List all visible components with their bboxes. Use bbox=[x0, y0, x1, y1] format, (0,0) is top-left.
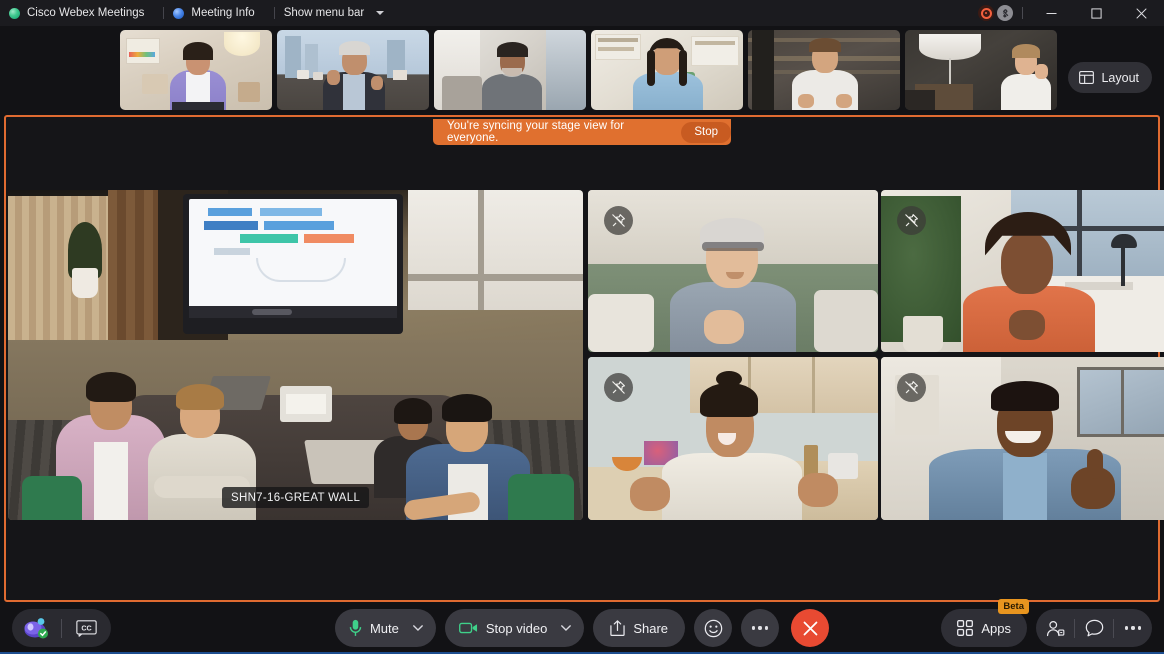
chevron-down-icon bbox=[376, 11, 385, 15]
secondary-controls: Apps Beta bbox=[941, 599, 1152, 647]
unpin-icon[interactable] bbox=[897, 206, 926, 235]
stop-video-main[interactable]: Stop video bbox=[445, 609, 558, 647]
camera-icon bbox=[458, 622, 477, 634]
apps-beta-badge: Beta bbox=[998, 599, 1029, 614]
stop-sync-button[interactable]: Stop bbox=[681, 121, 731, 143]
stage-video-top-left-small[interactable] bbox=[588, 190, 878, 352]
stage-video-main[interactable]: SHN7-16-GREAT WALL bbox=[8, 190, 583, 520]
microphone-icon bbox=[349, 619, 362, 636]
unpin-icon[interactable] bbox=[604, 373, 633, 402]
participants-button[interactable] bbox=[1036, 609, 1074, 647]
network-status-icon[interactable] bbox=[997, 5, 1013, 21]
participant-thumbnail-6[interactable] bbox=[905, 30, 1057, 110]
end-call-button[interactable] bbox=[791, 609, 830, 647]
app-title-label: Cisco Webex Meetings bbox=[27, 7, 145, 19]
network-status-glyph bbox=[1002, 8, 1008, 17]
webex-assistant-icon bbox=[23, 616, 50, 640]
stage-video-grid: SHN7-16-GREAT WALL bbox=[8, 190, 1164, 520]
closed-captions-icon: CC bbox=[76, 619, 97, 637]
assistant-captions-group: CC bbox=[12, 609, 111, 647]
participant-thumbnail-4[interactable] bbox=[591, 30, 743, 110]
webex-assistant-button[interactable] bbox=[12, 609, 61, 647]
title-separator-1 bbox=[163, 7, 165, 19]
stop-video-button[interactable]: Stop video bbox=[444, 609, 585, 647]
stage-video-bottom-right[interactable] bbox=[881, 357, 1164, 520]
layout-button-label: Layout bbox=[1101, 70, 1139, 85]
stage-video-name-label: SHN7-16-GREAT WALL bbox=[222, 487, 370, 508]
meeting-controls-toolbar: CC Mute Stop video Share Apps Beta bbox=[0, 599, 1164, 654]
minimize-icon bbox=[1046, 12, 1057, 14]
recording-icon[interactable] bbox=[978, 5, 994, 21]
chat-bubble-icon bbox=[1085, 619, 1103, 637]
share-label: Share bbox=[633, 620, 669, 636]
more-options-button[interactable] bbox=[1114, 609, 1152, 647]
unpin-icon[interactable] bbox=[897, 373, 926, 402]
maximize-button[interactable] bbox=[1074, 0, 1119, 26]
unpin-glyph bbox=[905, 381, 918, 394]
stop-sync-label: Stop bbox=[694, 126, 718, 138]
participant-thumbnail-5[interactable] bbox=[748, 30, 900, 110]
title-bar: Cisco Webex Meetings Meeting Info Show m… bbox=[0, 0, 1164, 26]
svg-text:CC: CC bbox=[81, 624, 91, 632]
stage-sync-banner: You're syncing your stage view for every… bbox=[433, 119, 731, 145]
unpin-glyph bbox=[905, 214, 918, 227]
participant-thumbnail-2[interactable] bbox=[277, 30, 429, 110]
share-main[interactable]: Share bbox=[593, 609, 685, 647]
apps-label: Apps bbox=[981, 620, 1011, 636]
show-menu-bar-button[interactable]: Show menu bar bbox=[284, 0, 395, 26]
end-call-icon bbox=[803, 621, 817, 635]
chat-button[interactable] bbox=[1075, 609, 1113, 647]
mute-label: Mute bbox=[369, 620, 399, 636]
participants-icon bbox=[1046, 620, 1064, 636]
reactions-button[interactable] bbox=[694, 609, 733, 647]
close-icon bbox=[1136, 7, 1147, 19]
participant-thumbnail-3[interactable] bbox=[434, 30, 586, 110]
title-bar-left: Cisco Webex Meetings Meeting Info Show m… bbox=[0, 0, 394, 26]
stage-video-top-right[interactable] bbox=[881, 190, 1164, 352]
mute-main[interactable]: Mute bbox=[335, 609, 410, 647]
title-separator-2 bbox=[273, 7, 275, 19]
more-horizontal-icon bbox=[1124, 626, 1142, 630]
title-bar-right bbox=[978, 0, 1164, 26]
apps-grid-icon bbox=[957, 620, 974, 636]
close-button[interactable] bbox=[1119, 0, 1164, 26]
stop-video-label: Stop video bbox=[485, 620, 548, 636]
stop-video-options-caret[interactable] bbox=[558, 609, 584, 647]
mute-button[interactable]: Mute bbox=[334, 609, 436, 647]
chevron-down-icon bbox=[412, 625, 423, 631]
webex-logo-icon bbox=[9, 7, 20, 19]
stage-video-bottom-left-small[interactable] bbox=[588, 357, 878, 520]
participant-filmstrip: Layout bbox=[0, 26, 1164, 114]
layout-button[interactable]: Layout bbox=[1068, 62, 1152, 93]
layout-grid-icon bbox=[1079, 71, 1095, 84]
panel-buttons-group bbox=[1036, 609, 1152, 647]
filmstrip-tiles bbox=[120, 30, 1057, 110]
minimize-button[interactable] bbox=[1029, 0, 1074, 26]
participant-thumbnail-1[interactable] bbox=[120, 30, 272, 110]
share-screen-icon bbox=[610, 620, 625, 636]
share-button[interactable]: Share bbox=[593, 609, 686, 647]
meeting-info-label: Meeting Info bbox=[191, 7, 255, 19]
more-controls-button[interactable] bbox=[741, 609, 780, 647]
title-separator-3 bbox=[1022, 7, 1023, 19]
primary-controls: Mute Stop video Share bbox=[334, 609, 830, 647]
unpin-glyph bbox=[612, 214, 625, 227]
show-menu-bar-label: Show menu bar bbox=[283, 7, 365, 19]
reactions-smiley-icon bbox=[704, 619, 722, 637]
stage-sync-message: You're syncing your stage view for every… bbox=[447, 120, 625, 144]
apps-button[interactable]: Apps Beta bbox=[941, 599, 1029, 647]
assistant-glyph bbox=[24, 618, 48, 639]
meeting-info-button[interactable]: Meeting Info bbox=[173, 0, 264, 26]
chevron-down-icon bbox=[561, 625, 572, 631]
closed-captions-button[interactable]: CC bbox=[62, 609, 111, 647]
unpin-glyph bbox=[612, 381, 625, 394]
info-circle-icon bbox=[173, 7, 185, 19]
maximize-icon bbox=[1091, 7, 1102, 19]
webex-meeting-window: Cisco Webex Meetings Meeting Info Show m… bbox=[0, 0, 1164, 654]
more-horizontal-icon bbox=[751, 626, 769, 630]
unpin-icon[interactable] bbox=[604, 206, 633, 235]
mute-options-caret[interactable] bbox=[410, 609, 436, 647]
app-title: Cisco Webex Meetings bbox=[9, 0, 154, 26]
